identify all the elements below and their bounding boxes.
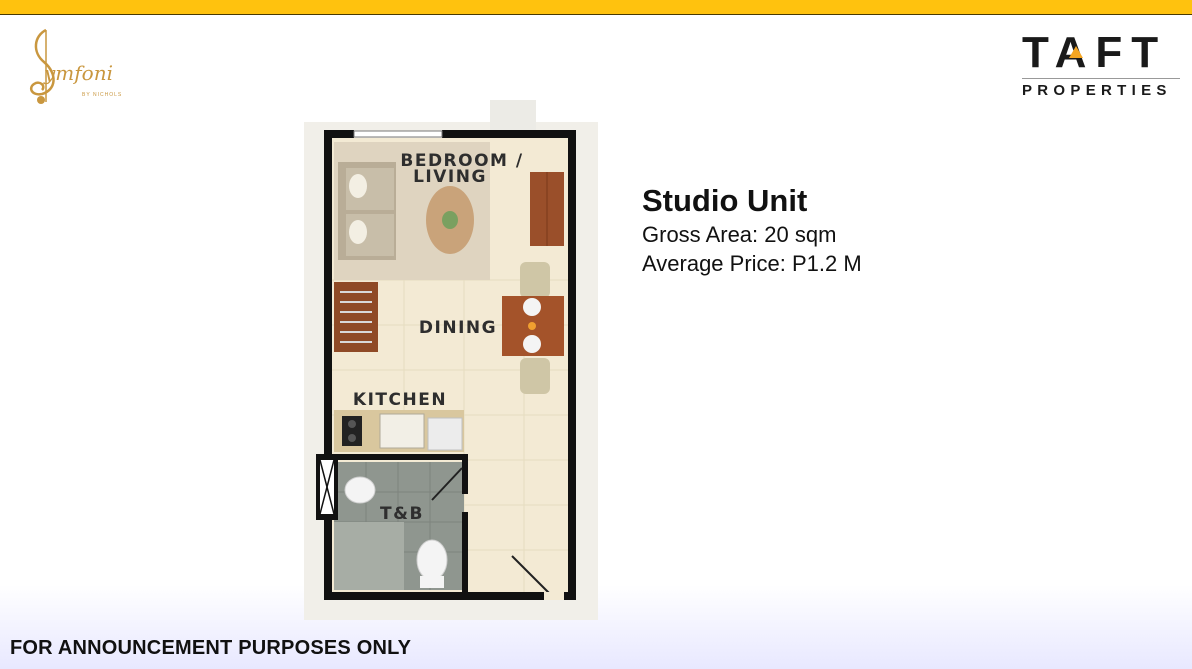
unit-gross-area: Gross Area: 20 sqm bbox=[642, 222, 837, 247]
taft-logo-rule bbox=[1022, 78, 1180, 79]
svg-text:BY NICHOLS: BY NICHOLS bbox=[82, 92, 122, 98]
room-label-bedroom-line2: LIVING bbox=[413, 167, 487, 187]
room-label-dining: DINING bbox=[419, 318, 497, 338]
taft-logo-title: TAFT bbox=[1022, 28, 1168, 77]
unit-title: Studio Unit bbox=[642, 183, 808, 218]
taft-logo-subtitle: PROPERTIES bbox=[1022, 82, 1172, 99]
top-accent-bar bbox=[0, 0, 1192, 15]
svg-text:ymfoni: ymfoni bbox=[43, 61, 113, 85]
room-label-tb: T&B bbox=[380, 504, 424, 524]
studio-floor-plan: BEDROOM / LIVING DINING KITCHEN T&B bbox=[304, 100, 598, 620]
announcement-disclaimer: FOR ANNOUNCEMENT PURPOSES ONLY bbox=[10, 637, 412, 659]
taft-properties-logo: TAFT PROPERTIES bbox=[1020, 30, 1182, 102]
taft-logo-accent bbox=[1069, 46, 1083, 58]
room-label-kitchen: KITCHEN bbox=[353, 390, 447, 410]
symfoni-logo: ymfoni BY NICHOLS bbox=[24, 22, 144, 112]
unit-info: Studio Unit Gross Area: 20 sqm Average P… bbox=[642, 182, 862, 278]
unit-average-price: Average Price: P1.2 M bbox=[642, 251, 862, 276]
